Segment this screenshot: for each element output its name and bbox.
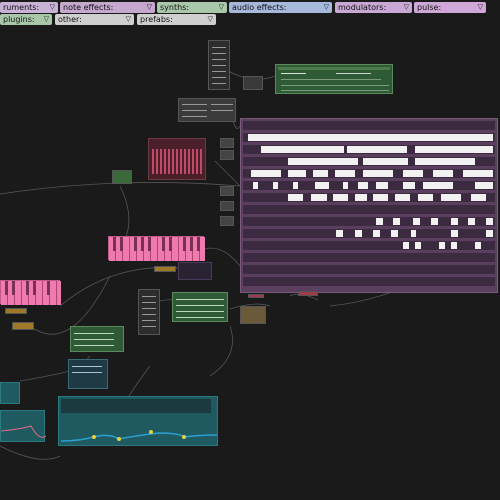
patch-canvas[interactable] [0, 26, 500, 500]
seq-row [243, 145, 495, 154]
module-tan-a[interactable] [154, 266, 176, 272]
pulse-dropdown[interactable]: pulse: ▽ [414, 2, 486, 13]
module-green-sampler[interactable] [275, 64, 393, 94]
seq-row [243, 181, 495, 190]
chevron-down-icon: ▽ [218, 3, 224, 11]
prefabs-label: prefabs: [140, 15, 173, 24]
seq-row [243, 277, 495, 286]
audio-effects-dropdown[interactable]: audio effects: ▽ [229, 2, 332, 13]
module-green-small[interactable] [112, 170, 132, 184]
module-teal-left-a[interactable] [0, 382, 20, 404]
seq-row [243, 193, 495, 202]
module-menu-bar: ruments: ▽ note effects: ▽ synths: ▽ aud… [0, 0, 500, 26]
module-column-mid[interactable] [138, 289, 160, 335]
module-red-a[interactable] [248, 294, 264, 298]
module-red-b[interactable] [298, 291, 318, 296]
module-block-c[interactable] [220, 186, 234, 196]
note-effects-label: note effects: [63, 3, 114, 12]
seq-row [243, 169, 495, 178]
module-column-top[interactable] [208, 40, 230, 90]
seq-row [243, 217, 495, 226]
pulse-label: pulse: [417, 3, 442, 12]
chevron-down-icon: ▽ [323, 3, 329, 11]
note-effects-dropdown[interactable]: note effects: ▽ [60, 2, 155, 13]
module-tan-b[interactable] [5, 308, 27, 314]
synths-label: synths: [160, 3, 190, 12]
module-curve-editor[interactable] [58, 396, 218, 446]
module-gray-mid[interactable] [178, 98, 236, 122]
module-block-d[interactable] [220, 201, 234, 211]
keyboard-left[interactable] [0, 280, 61, 305]
module-green-synth[interactable] [172, 292, 228, 322]
module-tan-c[interactable] [12, 322, 34, 330]
chevron-down-icon: ▽ [477, 3, 483, 11]
module-block-e[interactable] [220, 216, 234, 226]
seq-row [243, 241, 495, 250]
synths-dropdown[interactable]: synths: ▽ [157, 2, 227, 13]
module-teal-left-b[interactable] [0, 410, 47, 442]
plugins-dropdown[interactable]: plugins: ▽ [0, 14, 52, 25]
module-block-b[interactable] [220, 150, 234, 160]
seq-row [243, 121, 495, 130]
audio-effects-label: audio effects: [232, 3, 287, 12]
other-label: other: [58, 15, 82, 24]
seq-row [243, 229, 495, 238]
module-teal-small[interactable] [68, 359, 108, 389]
seq-row [243, 265, 495, 274]
module-purple-dark[interactable] [178, 262, 212, 280]
seq-row [243, 205, 495, 214]
other-dropdown[interactable]: other: ▽ [55, 14, 134, 25]
prefabs-dropdown[interactable]: prefabs: ▽ [137, 14, 216, 25]
chevron-down-icon: ▽ [43, 15, 49, 23]
chevron-down-icon: ▽ [403, 3, 409, 11]
chevron-down-icon: ▽ [146, 3, 152, 11]
instruments-label: ruments: [3, 3, 40, 12]
plugins-label: plugins: [3, 15, 35, 24]
envelope-curve [0, 425, 47, 438]
module-green-lower[interactable] [70, 326, 124, 352]
instruments-dropdown[interactable]: ruments: ▽ [0, 2, 58, 13]
seq-row [243, 253, 495, 262]
chevron-down-icon: ▽ [125, 15, 131, 23]
modulators-label: modulators: [338, 3, 387, 12]
module-small-gray[interactable] [243, 76, 263, 90]
seq-row [243, 133, 495, 142]
modulation-curve [60, 430, 218, 442]
note-sequencer[interactable] [240, 118, 498, 293]
module-tan-d[interactable] [240, 306, 266, 324]
keyboard-center[interactable] [108, 236, 205, 261]
seq-row [243, 157, 495, 166]
modulators-dropdown[interactable]: modulators: ▽ [335, 2, 412, 13]
module-block-a[interactable] [220, 138, 234, 148]
chevron-down-icon: ▽ [207, 15, 213, 23]
chevron-down-icon: ▽ [49, 3, 55, 11]
module-step-sequencer[interactable] [148, 138, 206, 180]
